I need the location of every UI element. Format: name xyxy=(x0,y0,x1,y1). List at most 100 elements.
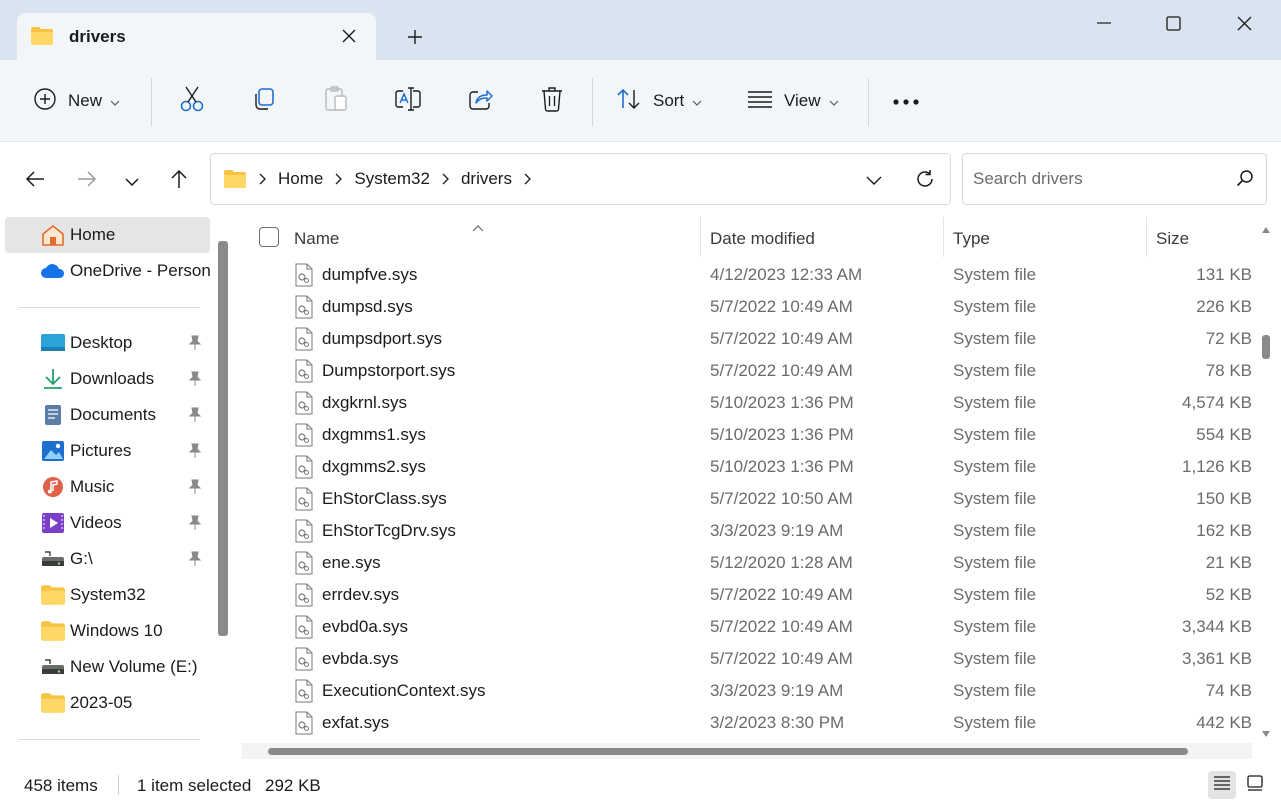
plus-circle-icon xyxy=(33,87,57,116)
pin-icon[interactable] xyxy=(188,407,202,428)
file-row[interactable]: EhStorClass.sys 5/7/2022 10:50 AM System f… xyxy=(242,483,1252,515)
rename-button[interactable] xyxy=(395,84,423,118)
breadcrumb-system32[interactable]: System32 xyxy=(354,169,430,189)
pin-icon[interactable] xyxy=(188,479,202,500)
downloads-icon xyxy=(40,368,64,390)
close-icon[interactable] xyxy=(1222,8,1266,38)
file-row[interactable]: dxgmms1.sys 5/10/2023 1:36 PM System file 5… xyxy=(242,419,1252,451)
cut-button[interactable] xyxy=(179,84,205,118)
search-icon[interactable] xyxy=(1236,169,1254,192)
file-row[interactable]: errdev.sys 5/7/2022 10:49 AM System file 52… xyxy=(242,579,1252,611)
address-history-chevron-icon[interactable] xyxy=(861,167,887,193)
chevron-down-icon xyxy=(125,171,139,191)
large-icons-view-button[interactable] xyxy=(1241,771,1269,799)
breadcrumb-drivers[interactable]: drivers xyxy=(461,169,512,189)
sidebar-scrollbar[interactable] xyxy=(218,241,228,636)
file-row[interactable]: evbda.sys 5/7/2022 10:49 AM System file 3,3… xyxy=(242,643,1252,675)
sidebar-item-music[interactable]: Music xyxy=(5,469,210,505)
file-row[interactable]: dxgkrnl.sys 5/10/2023 1:36 PM System file 4… xyxy=(242,387,1252,419)
horizontal-scrollbar-thumb[interactable] xyxy=(268,748,1188,755)
sidebar-item-new-volume[interactable]: New Volume (E:) xyxy=(5,649,210,685)
pin-icon[interactable] xyxy=(188,551,202,572)
file-name: EhStorTcgDrv.sys xyxy=(322,521,456,540)
share-button[interactable] xyxy=(468,84,494,118)
tab-drivers[interactable]: drivers xyxy=(17,13,376,60)
pin-icon[interactable] xyxy=(188,371,202,392)
sidebar-item-onedrive[interactable]: OneDrive - Personal xyxy=(5,253,210,289)
address-bar[interactable]: Home System32 drivers xyxy=(210,153,951,205)
chevron-right-icon[interactable] xyxy=(524,173,531,185)
sidebar-item-system32[interactable]: System32 xyxy=(5,577,210,613)
pin-icon[interactable] xyxy=(188,515,202,536)
more-icon xyxy=(892,91,920,111)
refresh-icon[interactable] xyxy=(911,165,939,193)
new-button[interactable]: New xyxy=(33,84,120,118)
sort-button[interactable]: Sort xyxy=(616,84,702,118)
copy-button[interactable] xyxy=(251,84,277,118)
sidebar-item-2023-05[interactable]: 2023-05 xyxy=(5,685,210,721)
sidebar-item-downloads[interactable]: Downloads xyxy=(5,361,210,397)
system-file-icon xyxy=(294,423,314,452)
sidebar-item-documents[interactable]: Documents xyxy=(5,397,210,433)
file-date-modified: 3/2/2023 8:30 PM xyxy=(710,713,845,732)
pin-icon[interactable] xyxy=(188,443,202,464)
recent-locations-button[interactable] xyxy=(116,165,148,197)
paste-button[interactable] xyxy=(323,84,349,118)
up-button[interactable] xyxy=(163,165,195,197)
file-date-modified: 5/7/2022 10:49 AM xyxy=(710,329,853,348)
select-all-checkbox[interactable] xyxy=(259,227,279,247)
system-file-icon xyxy=(294,583,314,612)
file-row[interactable]: dumpsdport.sys 5/7/2022 10:49 AM System fi… xyxy=(242,323,1252,355)
rename-icon xyxy=(395,86,423,117)
scroll-down-icon[interactable] xyxy=(1261,723,1271,743)
music-icon xyxy=(40,476,64,498)
sidebar-item-videos[interactable]: Videos xyxy=(5,505,210,541)
drive-icon xyxy=(40,656,64,678)
pin-icon[interactable] xyxy=(188,335,202,356)
home-icon xyxy=(40,224,64,246)
file-row[interactable]: EhStorTcgDrv.sys 3/3/2023 9:19 AM System f… xyxy=(242,515,1252,547)
file-row[interactable]: dumpsd.sys 5/7/2022 10:49 AM System file 22… xyxy=(242,291,1252,323)
system-file-icon xyxy=(294,615,314,644)
documents-icon xyxy=(40,404,64,426)
column-header-name[interactable]: Name xyxy=(294,229,339,249)
column-divider[interactable] xyxy=(700,217,701,257)
column-header-size[interactable]: Size xyxy=(1156,229,1189,249)
navigation-pane: Home OneDrive - Personal Desktop Downloa… xyxy=(0,217,233,767)
back-button[interactable] xyxy=(19,165,51,197)
column-header-type[interactable]: Type xyxy=(953,229,990,249)
breadcrumb-home[interactable]: Home xyxy=(278,169,323,189)
forward-button[interactable] xyxy=(71,165,103,197)
vertical-scrollbar[interactable] xyxy=(1258,217,1276,743)
minimize-icon[interactable] xyxy=(1082,8,1126,38)
search-input[interactable] xyxy=(973,166,1223,192)
delete-button[interactable] xyxy=(540,84,564,118)
column-divider[interactable] xyxy=(943,217,944,257)
details-view-button[interactable] xyxy=(1208,771,1236,799)
horizontal-scrollbar[interactable] xyxy=(242,743,1252,759)
item-count: 458 items xyxy=(24,776,98,795)
maximize-icon[interactable] xyxy=(1151,8,1195,38)
new-tab-icon[interactable] xyxy=(400,22,430,52)
file-row[interactable]: evbd0a.sys 5/7/2022 10:49 AM System file 3,… xyxy=(242,611,1252,643)
file-row[interactable]: ExecutionContext.sys 3/3/2023 9:19 AM Syst… xyxy=(242,675,1252,707)
file-row[interactable]: Dumpstorport.sys 5/7/2022 10:49 AM System … xyxy=(242,355,1252,387)
more-options-button[interactable] xyxy=(892,84,920,118)
column-divider[interactable] xyxy=(1146,217,1147,257)
sidebar-item-windows-10[interactable]: Windows 10 xyxy=(5,613,210,649)
sidebar-item-desktop[interactable]: Desktop xyxy=(5,325,210,361)
file-row[interactable]: dxgmms2.sys 5/10/2023 1:36 PM System file 1… xyxy=(242,451,1252,483)
column-header-date[interactable]: Date modified xyxy=(710,229,815,249)
close-tab-icon[interactable] xyxy=(336,23,362,49)
sidebar-item-pictures[interactable]: Pictures xyxy=(5,433,210,469)
file-date-modified: 5/10/2023 1:36 PM xyxy=(710,457,854,476)
sidebar-item-home[interactable]: Home xyxy=(5,217,210,253)
vertical-scrollbar-thumb[interactable] xyxy=(1262,335,1270,359)
file-row[interactable]: ene.sys 5/12/2020 1:28 AM System file 21 KB xyxy=(242,547,1252,579)
file-row[interactable]: dumpfve.sys 4/12/2023 12:33 AM System file… xyxy=(242,259,1252,291)
sidebar-item-g-drive[interactable]: G:\ xyxy=(5,541,210,577)
scroll-up-icon[interactable] xyxy=(1261,219,1271,239)
view-button[interactable]: View xyxy=(747,84,839,118)
file-name: dumpsd.sys xyxy=(322,297,413,316)
file-row[interactable]: exfat.sys 3/2/2023 8:30 PM System file 442 … xyxy=(242,707,1252,739)
